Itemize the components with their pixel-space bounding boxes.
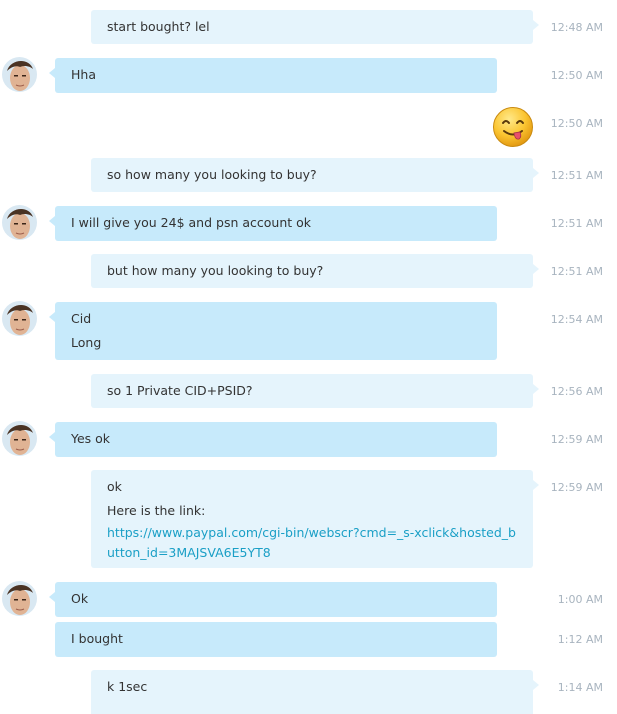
contact-avatar[interactable] <box>2 205 37 240</box>
message-timestamp: 1:12 AM <box>557 633 603 646</box>
avatar-image <box>2 581 37 616</box>
message-bubble-outgoing[interactable]: but how many you looking to buy? <box>91 254 539 288</box>
message-bubble-incoming[interactable]: Ok <box>49 582 497 617</box>
message-timestamp: 12:51 AM <box>550 217 603 230</box>
message-bubble-incoming[interactable]: Cid Long <box>49 302 497 360</box>
message-timestamp: 12:51 AM <box>550 169 603 182</box>
contact-avatar[interactable] <box>2 421 37 456</box>
avatar-image <box>2 421 37 456</box>
message-text: I bought <box>71 631 123 646</box>
message-bubble-incoming[interactable]: Yes ok <box>49 422 497 457</box>
message-timestamp: 12:59 AM <box>550 433 603 446</box>
message-text: start bought? lel <box>107 19 210 34</box>
message-text: Hha <box>71 67 96 82</box>
message-bubble-incoming[interactable]: I bought <box>55 622 497 657</box>
message-bubble-incoming[interactable]: I will give you 24$ and psn account ok <box>49 206 497 241</box>
message-text: I will give you 24$ and psn account ok <box>71 215 312 230</box>
message-timestamp: 12:50 AM <box>550 69 603 82</box>
contact-avatar[interactable] <box>2 57 37 92</box>
contact-avatar[interactable] <box>2 581 37 616</box>
message-text: but how many you looking to buy? <box>107 263 324 278</box>
message-bubble-outgoing[interactable]: start bought? lel <box>91 10 539 44</box>
message-timestamp: 1:00 AM <box>557 593 603 606</box>
message-text: k 1sec <box>107 679 148 694</box>
avatar-image <box>2 205 37 240</box>
message-timestamp: 12:59 AM <box>550 481 603 494</box>
message-text: so 1 Private CID+PSID? <box>107 383 253 398</box>
message-text: ok <box>107 479 122 494</box>
message-bubble-outgoing[interactable]: so how many you looking to buy? <box>91 158 539 192</box>
message-timestamp: 12:50 AM <box>550 117 603 130</box>
message-text: Long <box>71 335 102 350</box>
chat-conversation: start bought? lel 12:48 AM Hha 12:50 AM <box>0 0 617 714</box>
message-bubble-outgoing[interactable]: k 1sec <box>91 670 539 714</box>
message-bubble-outgoing[interactable]: ok Here is the link: https://www.paypal.… <box>91 470 539 568</box>
avatar-image <box>2 57 37 92</box>
message-timestamp: 12:56 AM <box>550 385 603 398</box>
message-timestamp: 12:48 AM <box>550 21 603 34</box>
paypal-link[interactable]: https://www.paypal.com/cgi-bin/webscr?cm… <box>107 523 517 563</box>
message-bubble-outgoing[interactable]: so 1 Private CID+PSID? <box>91 374 539 408</box>
message-text: Here is the link: <box>107 503 206 518</box>
avatar-image <box>2 301 37 336</box>
message-bubble-incoming[interactable]: Hha <box>49 58 497 93</box>
message-text: Cid <box>71 311 92 326</box>
message-text: Ok <box>71 591 89 606</box>
message-timestamp: 12:54 AM <box>550 313 603 326</box>
message-timestamp: 1:14 AM <box>557 681 603 694</box>
contact-avatar[interactable] <box>2 301 37 336</box>
message-text: Yes ok <box>71 431 111 446</box>
message-timestamp: 12:51 AM <box>550 265 603 278</box>
message-text: so how many you looking to buy? <box>107 167 317 182</box>
